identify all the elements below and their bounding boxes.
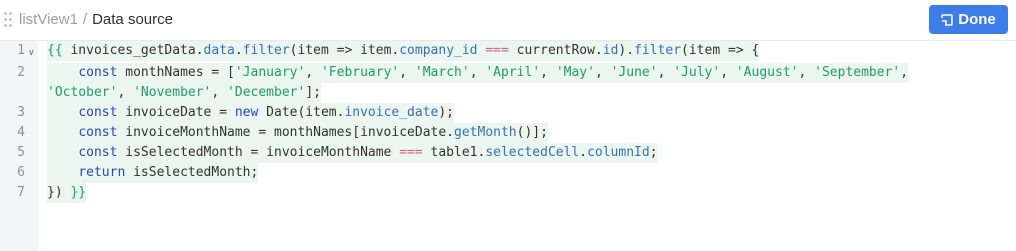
code-token: , <box>657 65 674 80</box>
line-number: 7 <box>17 185 25 200</box>
breadcrumb-parent[interactable]: listView1 <box>19 11 78 28</box>
line-number: 1 <box>17 43 25 58</box>
code-token: 'June' <box>610 65 658 80</box>
done-button-label: Done <box>958 11 996 28</box>
code-token: invoiceDate = <box>117 105 235 120</box>
code-token: 'April' <box>485 65 541 80</box>
code-token: , <box>469 65 486 80</box>
line-number: 5 <box>17 145 25 160</box>
code-token: invoiceMonthName = monthNames[invoiceDat… <box>117 125 454 140</box>
code-line: const invoiceDate = new Date(item.invoic… <box>47 103 455 123</box>
code-token: 'September' <box>814 65 901 80</box>
exit-fullscreen-icon <box>941 13 953 26</box>
code-token: , <box>540 65 556 80</box>
code-token: 'July' <box>673 65 721 80</box>
code-token: company_id <box>399 43 478 58</box>
code-token: 'February' <box>320 65 400 80</box>
code-token: columnId <box>587 145 650 160</box>
code-token: const <box>78 125 118 140</box>
code-token: , <box>900 65 909 80</box>
code-token: {{ <box>47 43 63 58</box>
code-token: , <box>798 65 815 80</box>
code-token: , <box>594 65 611 80</box>
code-token: , <box>720 65 736 80</box>
breadcrumb-current: Data source <box>92 11 173 28</box>
drag-handle-icon[interactable] <box>4 12 14 28</box>
code-token: selectedCell <box>485 145 580 160</box>
code-token: currentRow. <box>508 43 603 58</box>
code-line-wrapped: 'October', 'November', 'December']; <box>47 83 321 103</box>
code-token: , <box>211 85 228 100</box>
code-token: ). <box>618 43 635 58</box>
fold-chevron-icon[interactable]: ∨ <box>28 42 35 62</box>
code-token: filter <box>242 43 290 58</box>
line-number: 4 <box>17 125 25 140</box>
code-token: }} <box>70 185 87 200</box>
code-token: Date(item. <box>258 105 345 120</box>
code-editor[interactable]: 1 ∨ 2 3 4 5 6 7 {{ invoices_getData.data… <box>0 41 1016 251</box>
breadcrumb-separator: / <box>82 11 88 28</box>
breadcrumb: listView1/Data source <box>19 11 173 29</box>
code-token: return <box>78 165 126 180</box>
code-line: const monthNames = ['January', 'February… <box>47 63 909 83</box>
line-number-gutter: 1 ∨ 2 3 4 5 6 7 <box>0 41 38 251</box>
line-number: 2 <box>17 65 25 80</box>
code-token: . <box>234 43 243 58</box>
code-token: 'March' <box>414 65 470 80</box>
code-token: const <box>78 145 118 160</box>
line-number: 6 <box>17 165 25 180</box>
code-token: 'January' <box>234 65 306 80</box>
code-token: 'December' <box>227 85 306 100</box>
code-token: , <box>305 65 321 80</box>
code-token: , <box>117 85 134 100</box>
code-token: }) <box>47 185 71 200</box>
code-token: isSelectedMonth = invoiceMonthName <box>117 145 400 160</box>
code-line: {{ invoices_getData.data.filter(item => … <box>47 41 760 61</box>
code-area[interactable]: {{ invoices_getData.data.filter(item => … <box>38 41 1016 251</box>
code-token: 'November' <box>133 85 212 100</box>
code-token: getMonth <box>454 125 517 140</box>
code-token: const <box>78 65 118 80</box>
editor-header: listView1/Data source Done <box>0 0 1016 41</box>
code-token: , <box>399 65 415 80</box>
code-token: === <box>399 145 423 160</box>
code-token: const <box>78 105 118 120</box>
code-token: invoices_getData. <box>62 43 204 58</box>
code-token: isSelectedMonth; <box>125 165 259 180</box>
code-token: filter <box>634 43 682 58</box>
code-token: 'May' <box>555 65 595 80</box>
code-line: const invoiceMonthName = monthNames[invo… <box>47 123 548 143</box>
code-token: . <box>579 145 588 160</box>
code-token: data <box>203 43 235 58</box>
line-number: 3 <box>17 105 25 120</box>
code-token: ]; <box>305 85 321 100</box>
code-token: 'October' <box>47 85 118 100</box>
code-token: monthNames = [ <box>117 65 235 80</box>
code-line: const isSelectedMonth = invoiceMonthName… <box>47 143 658 163</box>
code-token: id <box>602 43 619 58</box>
code-token: table1. <box>422 145 486 160</box>
code-token: (item => { <box>681 43 760 58</box>
code-line: }) }} <box>47 183 87 203</box>
code-token: new <box>234 105 259 120</box>
code-token: ); <box>438 105 455 120</box>
code-token: invoice_date <box>344 105 439 120</box>
code-token: (item => item. <box>289 43 400 58</box>
code-token: 'August' <box>735 65 799 80</box>
code-token: ; <box>649 145 658 160</box>
code-token: === <box>485 43 509 58</box>
code-token: ()]; <box>516 125 548 140</box>
code-line: return isSelectedMonth; <box>47 163 259 183</box>
done-button[interactable]: Done <box>929 5 1008 34</box>
